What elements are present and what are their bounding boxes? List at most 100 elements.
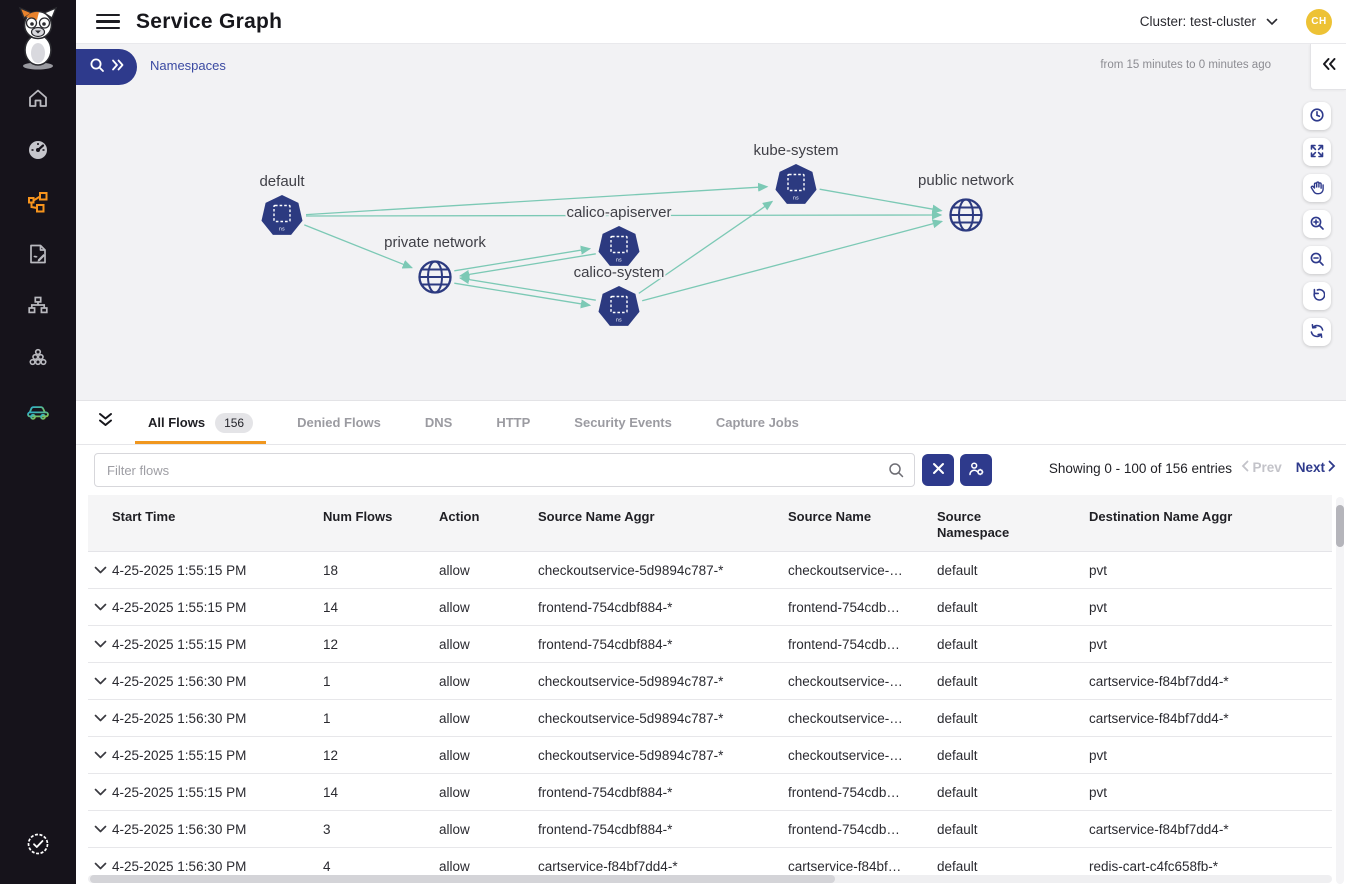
row-expand-chevron-icon[interactable] [88,603,112,612]
sidebar-item-components[interactable] [24,346,52,374]
sidebar-item-network[interactable] [24,294,52,322]
tab-all-flows[interactable]: All Flows156 [138,401,263,444]
page-title: Service Graph [136,10,282,34]
sidebar-item-certificate[interactable] [0,831,76,862]
table-row[interactable]: 4-25-2025 1:55:15 PM14allowfrontend-754c… [88,774,1332,811]
graph-search-pill[interactable] [76,49,137,85]
graph-edge[interactable] [460,278,596,300]
avatar[interactable]: CH [1306,9,1332,35]
tab-http[interactable]: HTTP [486,401,540,444]
row-expand-chevron-icon[interactable] [88,862,112,871]
reset-layout-button[interactable] [1303,282,1331,310]
row-expand-chevron-icon[interactable] [88,566,112,575]
timeline-clock-button[interactable] [1303,102,1331,130]
table-cell: checkoutservice-5d9894c787-* [538,711,788,726]
table-cell: frontend-754cdbf884-* [538,637,788,652]
horizontal-scrollbar[interactable] [88,875,1332,883]
filter-flows-input[interactable] [94,453,915,487]
flows-tabs-row: All Flows156 Denied Flows DNS HTTP Security … [76,401,1346,445]
row-expand-chevron-icon[interactable] [88,751,112,760]
graph-edge[interactable] [454,249,590,271]
table-cell: allow [439,785,538,800]
home-icon [26,86,50,115]
table-cell: 18 [323,563,439,578]
breadcrumb[interactable]: Namespaces [150,58,226,73]
table-cell: cartservice-f84bf7dd4-* [1089,822,1332,837]
refresh-button[interactable] [1303,318,1331,346]
sidebar-item-service-graph[interactable] [24,190,52,218]
cluster-selector-label: Cluster: test-cluster [1140,14,1256,29]
tab-label: Security Events [574,415,672,430]
tab-label: Capture Jobs [716,415,799,430]
table-cell: cartservice-f84bf7dd4-* [1089,674,1332,689]
panel-collapse-button[interactable] [92,410,118,436]
column-header-source-name[interactable]: Source Name [788,495,937,525]
graph-node-calico-system[interactable]: nscalico-system [574,264,665,326]
time-range-label: from 15 minutes to 0 minutes ago [1100,59,1271,71]
row-expand-chevron-icon[interactable] [88,714,112,723]
column-header-destination-name-aggr[interactable]: Destination Name Aggr [1089,495,1332,525]
table-row[interactable]: 4-25-2025 1:56:30 PM1allowcheckoutservic… [88,700,1332,737]
vertical-scrollbar[interactable] [1336,497,1344,884]
sidebar-item-policies[interactable] [24,242,52,270]
sidebar-item-dashboard[interactable] [24,138,52,166]
sidebar-item-image-assurance[interactable] [24,398,52,426]
column-header-start-time[interactable]: Start Time [112,495,323,525]
column-header-num-flows[interactable]: Num Flows [323,495,439,525]
graph-node-default[interactable]: nsdefault [259,173,305,235]
table-cell: allow [439,637,538,652]
graph-node-label: private network [384,234,486,251]
horizontal-scrollbar-thumb[interactable] [90,875,835,883]
column-header-source-name-aggr[interactable]: Source Name Aggr [538,495,788,525]
row-expand-chevron-icon[interactable] [88,677,112,686]
graph-node-kube-system[interactable]: nskube-system [753,142,838,204]
table-cell: default [937,674,1089,689]
tab-security-events[interactable]: Security Events [564,401,682,444]
tab-capture-jobs[interactable]: Capture Jobs [706,401,809,444]
table-cell: allow [439,748,538,763]
tab-count-badge: 156 [215,413,253,433]
tab-dns[interactable]: DNS [415,401,462,444]
column-header-action[interactable]: Action [439,495,538,525]
graph-edge[interactable] [642,221,942,300]
table-cell: 12 [323,637,439,652]
service-graph-canvas[interactable]: nsdefaultprivate networknscalico-apiserv… [76,44,1346,400]
zoom-in-button[interactable] [1303,210,1331,238]
pan-hand-button[interactable] [1303,174,1331,202]
table-cell: allow [439,711,538,726]
graph-node-public-network[interactable]: public network [918,172,1014,231]
table-row[interactable]: 4-25-2025 1:55:15 PM18allowcheckoutservi… [88,552,1332,589]
table-cell: 4-25-2025 1:55:15 PM [112,600,323,615]
calico-logo[interactable] [12,6,64,72]
zoom-out-button[interactable] [1303,246,1331,274]
graph-edge[interactable] [454,283,590,305]
table-cell: frontend-754cdbf884-* [538,822,788,837]
sidebar-item-home[interactable] [24,86,52,114]
customize-columns-button[interactable] [960,454,992,486]
graph-node-label: default [259,173,305,190]
svg-text:ns: ns [616,318,622,324]
tab-denied-flows[interactable]: Denied Flows [287,401,391,444]
next-page-button[interactable]: Next [1296,460,1336,475]
graph-edge[interactable] [306,187,767,215]
table-row[interactable]: 4-25-2025 1:55:15 PM14allowfrontend-754c… [88,589,1332,626]
table-row[interactable]: 4-25-2025 1:56:30 PM3allowfrontend-754cd… [88,811,1332,848]
user-gear-icon [968,461,985,480]
cluster-selector[interactable]: Cluster: test-cluster [1140,14,1278,29]
filter-box [94,453,915,487]
table-row[interactable]: 4-25-2025 1:56:30 PM1allowcheckoutservic… [88,663,1332,700]
table-row[interactable]: 4-25-2025 1:55:15 PM12allowcheckoutservi… [88,737,1332,774]
prev-page-button[interactable]: Prev [1241,460,1281,475]
row-expand-chevron-icon[interactable] [88,788,112,797]
right-panel-collapse-button[interactable] [1310,44,1346,90]
clear-filter-button[interactable] [922,454,954,486]
fit-to-screen-button[interactable] [1303,138,1331,166]
vertical-scrollbar-thumb[interactable] [1336,505,1344,547]
hamburger-menu-icon[interactable] [96,10,120,34]
graph-edge[interactable] [820,189,942,211]
row-expand-chevron-icon[interactable] [88,640,112,649]
table-cell: allow [439,674,538,689]
table-row[interactable]: 4-25-2025 1:55:15 PM12allowfrontend-754c… [88,626,1332,663]
column-header-source-namespace[interactable]: Source Namespace [937,495,1089,542]
row-expand-chevron-icon[interactable] [88,825,112,834]
